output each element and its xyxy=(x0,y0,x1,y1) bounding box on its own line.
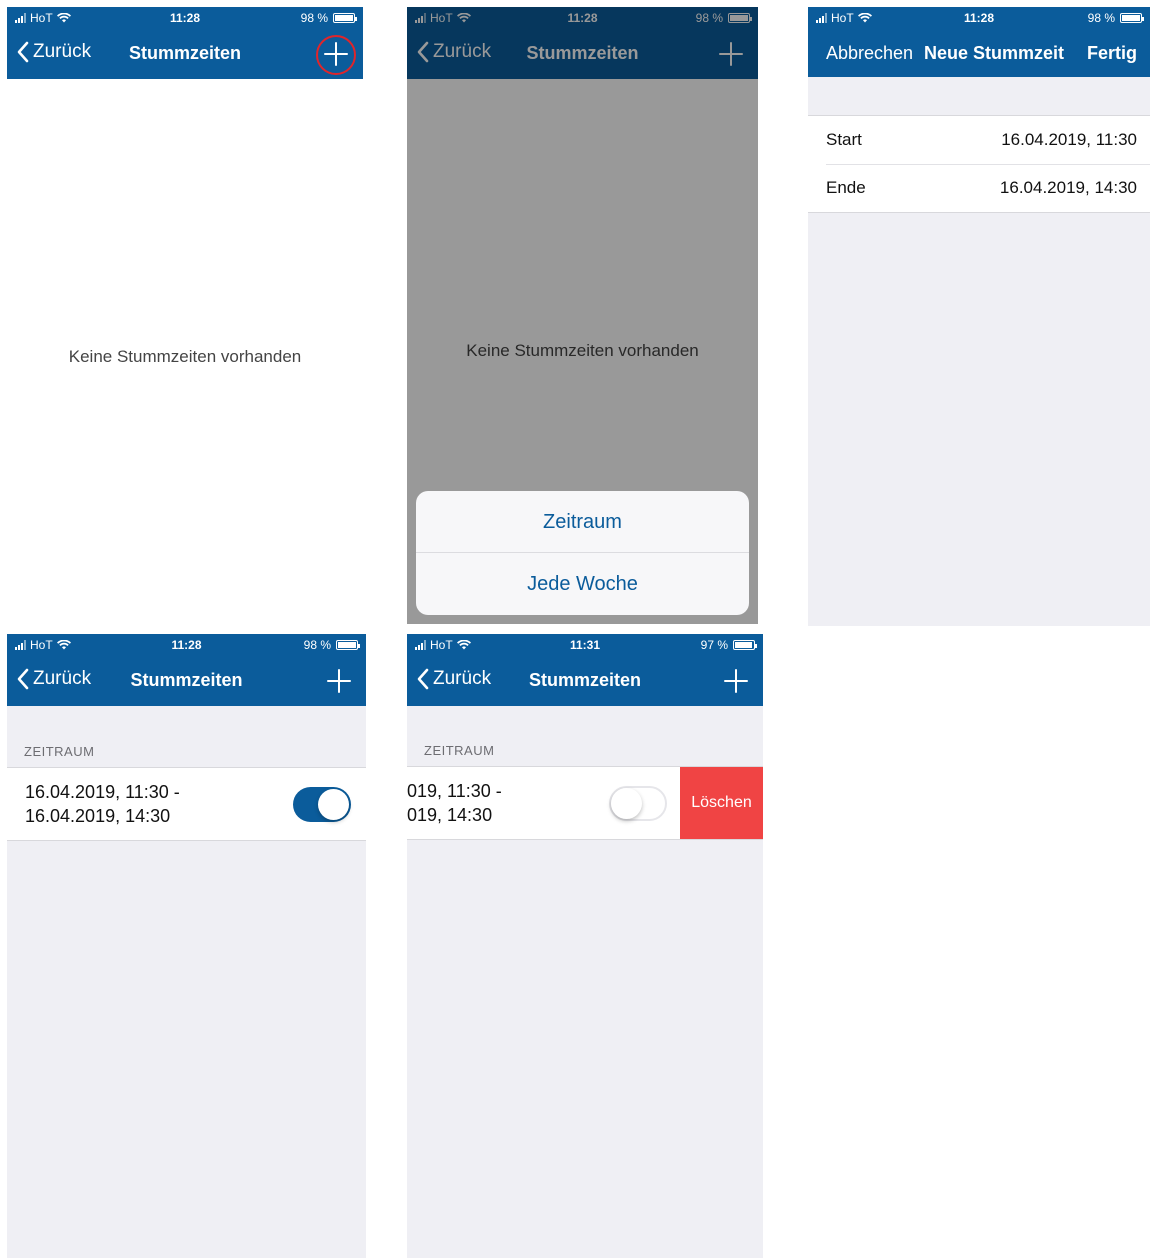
action-sheet: Zeitraum Jede Woche xyxy=(416,491,749,615)
battery-percent: 98 % xyxy=(303,638,331,652)
add-button[interactable] xyxy=(723,668,749,694)
nav-bar: Zurück Stummzeiten xyxy=(407,656,763,706)
battery-icon xyxy=(733,640,757,650)
end-label: Ende xyxy=(826,178,866,197)
screen-empty-list: HoT 11:28 98 % Zurück Stummzeiten Keine … xyxy=(7,7,363,624)
battery-percent: 98 % xyxy=(300,11,328,25)
status-bar: HoT 11:31 97 % xyxy=(407,634,763,656)
back-label: Zurück xyxy=(33,668,92,689)
back-button[interactable]: Zurück xyxy=(17,41,91,63)
chevron-left-icon xyxy=(17,668,29,690)
section-header: ZEITRAUM xyxy=(424,743,495,758)
end-row[interactable]: Ende 16.04.2019, 14:30 xyxy=(808,164,1150,212)
battery-icon xyxy=(333,13,357,23)
enabled-toggle[interactable] xyxy=(293,787,351,822)
empty-state-text: Keine Stummzeiten vorhanden xyxy=(68,347,302,366)
screen-new-mute-time: HoT 11:28 98 % Abbrechen Neue Stummzeit … xyxy=(808,7,1150,626)
chevron-left-icon xyxy=(417,668,429,690)
section-header: ZEITRAUM xyxy=(24,744,95,759)
status-bar: HoT 11:28 98 % xyxy=(7,634,366,656)
toggle-knob xyxy=(611,788,642,819)
item-start-text: 019, 11:30 - xyxy=(407,781,502,801)
item-end-text: 16.04.2019, 14:30 xyxy=(25,806,171,826)
highlight-circle xyxy=(316,35,356,75)
battery-icon xyxy=(336,640,360,650)
plus-icon xyxy=(724,669,748,693)
action-zeitraum[interactable]: Zeitraum xyxy=(416,491,749,553)
start-row[interactable]: Start 16.04.2019, 11:30 xyxy=(808,116,1150,164)
back-button[interactable]: Zurück xyxy=(417,668,491,690)
back-label: Zurück xyxy=(433,668,492,689)
add-button[interactable] xyxy=(316,35,356,75)
start-label: Start xyxy=(826,130,862,149)
nav-bar: Zurück Stummzeiten xyxy=(7,656,366,706)
list-item[interactable]: 019, 11:30 - 019, 14:30 Löschen xyxy=(407,766,763,840)
battery-percent: 98 % xyxy=(1087,11,1115,25)
back-label: Zurück xyxy=(33,41,92,62)
screen-action-sheet: HoT 11:28 98 % Zurück Stummzeiten Keine … xyxy=(407,7,758,624)
plus-icon xyxy=(327,669,351,693)
toggle-knob xyxy=(318,789,349,820)
date-form: Start 16.04.2019, 11:30 Ende 16.04.2019,… xyxy=(808,115,1150,213)
item-start-text: 16.04.2019, 11:30 - xyxy=(25,782,180,802)
status-bar: HoT 11:28 98 % xyxy=(7,7,363,29)
item-end-text: 019, 14:30 xyxy=(407,805,493,825)
battery-percent: 97 % xyxy=(700,638,728,652)
back-button[interactable]: Zurück xyxy=(17,668,91,690)
delete-button[interactable]: Löschen xyxy=(680,767,763,839)
list-item-text: 16.04.2019, 11:30 - 16.04.2019, 14:30 xyxy=(25,780,180,828)
screen-list-entry: HoT 11:28 98 % Zurück Stummzeiten ZEITRA… xyxy=(7,634,366,1258)
action-jede-woche[interactable]: Jede Woche xyxy=(416,553,749,615)
end-value: 16.04.2019, 14:30 xyxy=(999,178,1137,197)
enabled-toggle[interactable] xyxy=(609,786,667,821)
screen-swipe-delete: HoT 11:31 97 % Zurück Stummzeiten ZEITRA… xyxy=(407,634,763,1258)
chevron-left-icon xyxy=(17,41,29,63)
status-bar: HoT 11:28 98 % xyxy=(808,7,1150,29)
list-item[interactable]: 16.04.2019, 11:30 - 16.04.2019, 14:30 xyxy=(7,767,366,841)
start-value: 16.04.2019, 11:30 xyxy=(1001,130,1137,149)
done-button[interactable]: Fertig xyxy=(1087,43,1137,64)
nav-bar: Abbrechen Neue Stummzeit Fertig xyxy=(808,29,1150,77)
list-item-text: 019, 11:30 - 019, 14:30 xyxy=(407,779,502,827)
add-button[interactable] xyxy=(326,668,352,694)
battery-icon xyxy=(1120,13,1144,23)
nav-bar: Zurück Stummzeiten xyxy=(7,29,363,79)
